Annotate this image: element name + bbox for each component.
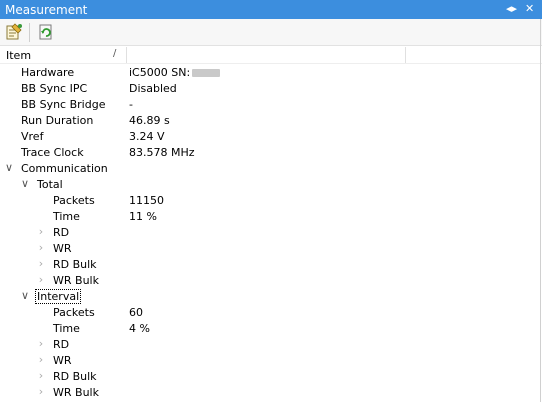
refresh-icon [39, 24, 52, 40]
close-icon[interactable]: ✕ [525, 2, 534, 16]
panel-title: Measurement [5, 3, 88, 17]
row-label: Hardware [21, 66, 75, 79]
row-label: RD Bulk [53, 258, 97, 271]
collapse-chevron-icon[interactable]: › [36, 241, 46, 254]
tree-row-trace-clock[interactable]: Trace Clock 83.578 MHz [0, 145, 542, 161]
row-label-focused: Interval [34, 289, 82, 304]
tree-row-packets[interactable]: Packets 60 [0, 305, 542, 321]
tree-row-rd-bulk[interactable]: › RD Bulk [0, 257, 542, 273]
tree-row-time[interactable]: Time 4 % [0, 321, 542, 337]
panel-titlebar: Measurement ◂▸ ✕ [0, 0, 542, 19]
collapse-chevron-icon[interactable]: › [36, 257, 46, 270]
row-label: Time [53, 322, 80, 335]
column-header-item[interactable]: Item [6, 49, 31, 62]
redacted-serial [192, 69, 221, 77]
row-label: Packets [53, 194, 95, 207]
row-value: 4 % [129, 322, 150, 335]
row-label: WR Bulk [53, 386, 99, 399]
column-divider[interactable] [405, 47, 406, 63]
row-label: RD Bulk [53, 370, 97, 383]
collapse-chevron-icon[interactable]: › [36, 337, 46, 350]
refresh-button[interactable] [37, 23, 55, 41]
row-label: WR Bulk [53, 274, 99, 287]
collapse-chevron-icon[interactable]: › [36, 369, 46, 382]
toolbar [0, 19, 542, 46]
row-value: - [129, 98, 133, 111]
row-label: RD [53, 226, 70, 239]
expand-chevron-icon[interactable]: ∨ [20, 177, 30, 190]
panel-border [540, 19, 541, 402]
row-label: Run Duration [21, 114, 94, 127]
tree-row-rd-bulk[interactable]: › RD Bulk [0, 369, 542, 385]
pin-icon[interactable]: ◂▸ [506, 2, 517, 16]
tree-row-wr[interactable]: › WR [0, 241, 542, 257]
properties-icon [6, 23, 22, 40]
row-label: Packets [53, 306, 95, 319]
column-header: Item / [0, 47, 542, 64]
tree-row-run-duration[interactable]: Run Duration 46.89 s [0, 113, 542, 129]
sort-indicator-icon: / [113, 48, 117, 59]
row-label: Time [53, 210, 80, 223]
row-value: 83.578 MHz [129, 146, 195, 159]
tree-row-communication[interactable]: ∨ Communication [0, 161, 542, 177]
row-label: BB Sync IPC [21, 82, 88, 95]
collapse-chevron-icon[interactable]: › [36, 353, 46, 366]
column-divider[interactable] [126, 47, 127, 63]
row-label: WR [53, 242, 72, 255]
collapse-chevron-icon[interactable]: › [36, 273, 46, 286]
row-value: Disabled [129, 82, 177, 95]
toolbar-separator [29, 23, 30, 42]
tree-row-bb-sync-bridge[interactable]: BB Sync Bridge - [0, 97, 542, 113]
tree-row-bb-sync-ipc[interactable]: BB Sync IPC Disabled [0, 81, 542, 97]
tree-row-interval[interactable]: ∨ Interval [0, 289, 542, 305]
row-value: iC5000 SN: [129, 66, 221, 79]
row-value: 11150 [129, 194, 164, 207]
tree-row-wr[interactable]: › WR [0, 353, 542, 369]
row-value: 46.89 s [129, 114, 170, 127]
properties-button[interactable] [5, 23, 23, 41]
tree-row-vref[interactable]: Vref 3.24 V [0, 129, 542, 145]
row-label: WR [53, 354, 72, 367]
tree-row-wr-bulk[interactable]: › WR Bulk [0, 385, 542, 401]
row-value: 11 % [129, 210, 157, 223]
expand-chevron-icon[interactable]: ∨ [4, 161, 14, 174]
row-label: RD [53, 338, 70, 351]
tree-row-total[interactable]: ∨ Total [0, 177, 542, 193]
row-value: 60 [129, 306, 143, 319]
expand-chevron-icon[interactable]: ∨ [20, 289, 30, 302]
collapse-chevron-icon[interactable]: › [36, 385, 46, 398]
tree-row-packets[interactable]: Packets 11150 [0, 193, 542, 209]
tree-row-rd[interactable]: › RD [0, 337, 542, 353]
row-value: 3.24 V [129, 130, 165, 143]
collapse-chevron-icon[interactable]: › [36, 225, 46, 238]
tree-row-rd[interactable]: › RD [0, 225, 542, 241]
tree-row-hardware[interactable]: Hardware iC5000 SN: [0, 65, 542, 81]
row-label: BB Sync Bridge [21, 98, 106, 111]
row-label: Total [37, 178, 63, 191]
row-label: Vref [21, 130, 44, 143]
row-label: Communication [21, 162, 108, 175]
tree-row-time[interactable]: Time 11 % [0, 209, 542, 225]
row-label: Trace Clock [21, 146, 84, 159]
tree-row-wr-bulk[interactable]: › WR Bulk [0, 273, 542, 289]
